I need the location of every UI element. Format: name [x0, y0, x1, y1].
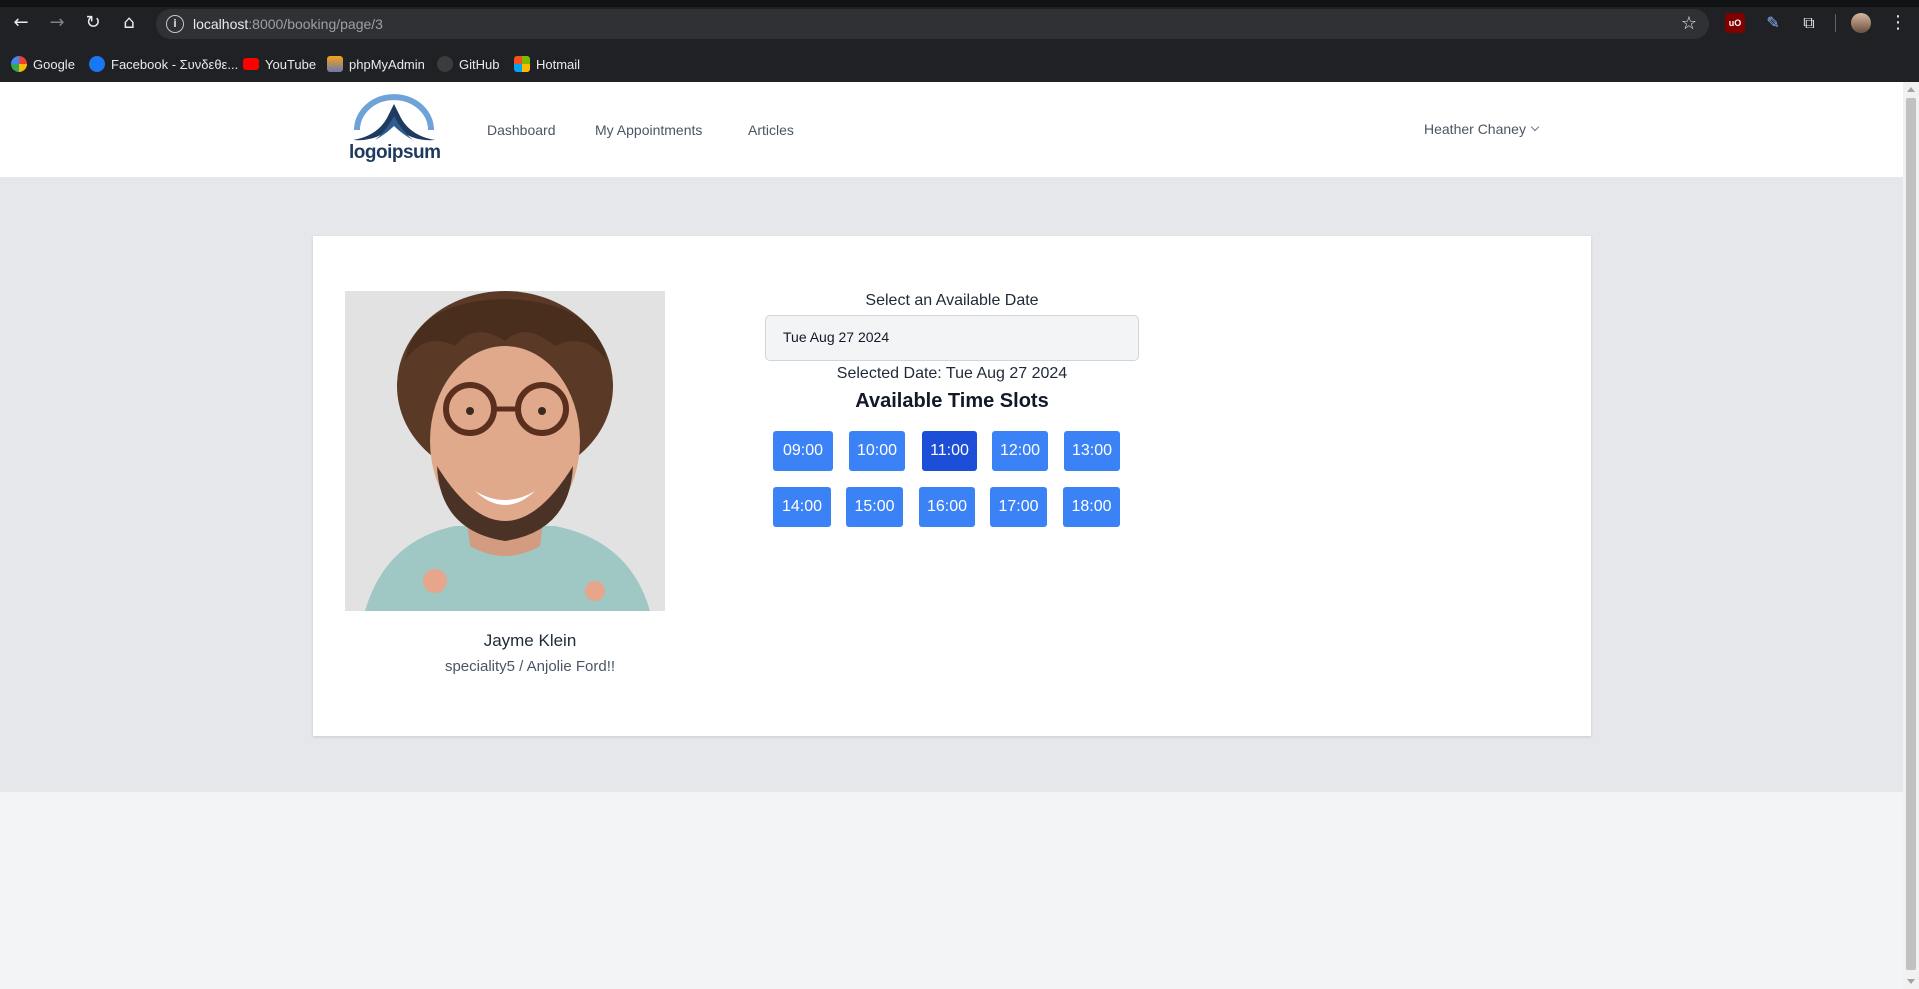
toolbar-divider: [1835, 14, 1836, 32]
doctor-photo: [345, 291, 665, 611]
bookmark-hotmail[interactable]: Hotmail: [514, 54, 580, 74]
site-header: logoipsum Dashboard My Appointments Arti…: [0, 82, 1903, 178]
time-slot-button[interactable]: 12:00: [992, 431, 1048, 471]
forward-icon[interactable]: →: [46, 12, 68, 34]
profile-avatar[interactable]: [1851, 13, 1871, 33]
bookmark-label: YouTube: [265, 56, 317, 72]
phpmyadmin-icon: [327, 56, 343, 72]
nav-my-appointments[interactable]: My Appointments: [595, 122, 702, 138]
back-icon[interactable]: ←: [10, 12, 32, 34]
nav-articles[interactable]: Articles: [748, 122, 794, 138]
time-slot-button[interactable]: 16:00: [919, 487, 975, 527]
browser-toolbar: ← → ↻ ⌂ i localhost:8000/booking/page/3 …: [0, 0, 1919, 46]
site-logo[interactable]: logoipsum: [347, 94, 442, 164]
date-label: Select an Available Date: [865, 292, 1039, 309]
reload-icon[interactable]: ↻: [82, 12, 104, 34]
microsoft-icon: [514, 56, 530, 72]
user-name: Heather Chaney: [1424, 121, 1526, 137]
time-slot-button[interactable]: 13:00: [1064, 431, 1120, 471]
youtube-icon: [243, 58, 259, 70]
time-slot-button[interactable]: 18:00: [1063, 487, 1120, 527]
bookmark-label: Google: [33, 56, 75, 72]
eyedropper-extension-icon[interactable]: ✎: [1763, 13, 1783, 33]
github-icon: [437, 56, 453, 72]
bookmark-label: GitHub: [459, 56, 500, 72]
doctor-speciality: speciality5 / Anjolie Ford!!: [444, 658, 616, 675]
time-slot-button[interactable]: 15:00: [846, 487, 903, 527]
address-bar[interactable]: i localhost:8000/booking/page/3 ☆: [156, 9, 1709, 39]
doctor-portrait-image: [345, 291, 665, 611]
time-slot-button[interactable]: 10:00: [849, 431, 905, 471]
time-slot-button[interactable]: 17:00: [990, 487, 1047, 527]
scroll-up-arrow-icon[interactable]: [1907, 87, 1915, 92]
scroll-down-arrow-icon[interactable]: [1907, 979, 1915, 984]
bookmark-facebook[interactable]: Facebook - Συνδεθε...: [89, 54, 238, 74]
time-slot-button-selected[interactable]: 11:00: [922, 431, 977, 471]
bookmark-label: Hotmail: [536, 56, 581, 72]
logo-mark-icon: [353, 94, 435, 141]
page-scrollbar[interactable]: [1903, 82, 1919, 989]
time-slots-title: Available Time Slots: [855, 390, 1049, 412]
url-path: :8000/booking/page/3: [248, 16, 383, 32]
logo-text: logoipsum: [349, 142, 441, 163]
facebook-icon: [89, 56, 105, 72]
bookmark-label: phpMyAdmin: [349, 56, 425, 72]
ublock-extension-icon[interactable]: uO: [1725, 13, 1745, 33]
time-slot-button[interactable]: 09:00: [773, 431, 833, 471]
google-icon: [11, 56, 27, 72]
date-picker-input[interactable]: Tue Aug 27 2024: [765, 315, 1139, 361]
nav-dashboard[interactable]: Dashboard: [487, 122, 556, 138]
time-slot-button[interactable]: 14:00: [773, 487, 831, 527]
scrollbar-thumb[interactable]: [1906, 98, 1916, 970]
page: logoipsum Dashboard My Appointments Arti…: [0, 82, 1903, 989]
chevron-down-icon: [1530, 122, 1540, 132]
site-info-icon[interactable]: i: [166, 15, 184, 33]
user-menu[interactable]: Heather Chaney: [1424, 121, 1540, 137]
tab-strip: [0, 0, 1919, 7]
bookmark-star-icon[interactable]: ☆: [1681, 13, 1697, 34]
url-host: localhost: [193, 16, 249, 32]
selected-date-text: Selected Date: Tue Aug 27 2024: [836, 365, 1068, 382]
bookmark-phpmyadmin[interactable]: phpMyAdmin: [327, 54, 425, 74]
bookmark-google[interactable]: Google: [11, 54, 75, 74]
extensions-puzzle-icon[interactable]: ⧉: [1799, 13, 1819, 33]
doctor-name: Jayme Klein: [483, 631, 577, 650]
kebab-menu-icon[interactable]: ⋮: [1888, 13, 1908, 33]
bookmark-label: Facebook - Συνδεθε...: [111, 56, 239, 72]
bookmark-youtube[interactable]: YouTube: [243, 54, 316, 74]
bookmark-github[interactable]: GitHub: [437, 54, 499, 74]
bookmarks-bar: Google Facebook - Συνδεθε... YouTube php…: [0, 46, 1919, 82]
url-text[interactable]: localhost:8000/booking/page/3: [193, 16, 383, 32]
booking-card: Jayme Klein speciality5 / Anjolie Ford!!…: [313, 236, 1591, 736]
home-icon[interactable]: ⌂: [118, 12, 140, 34]
